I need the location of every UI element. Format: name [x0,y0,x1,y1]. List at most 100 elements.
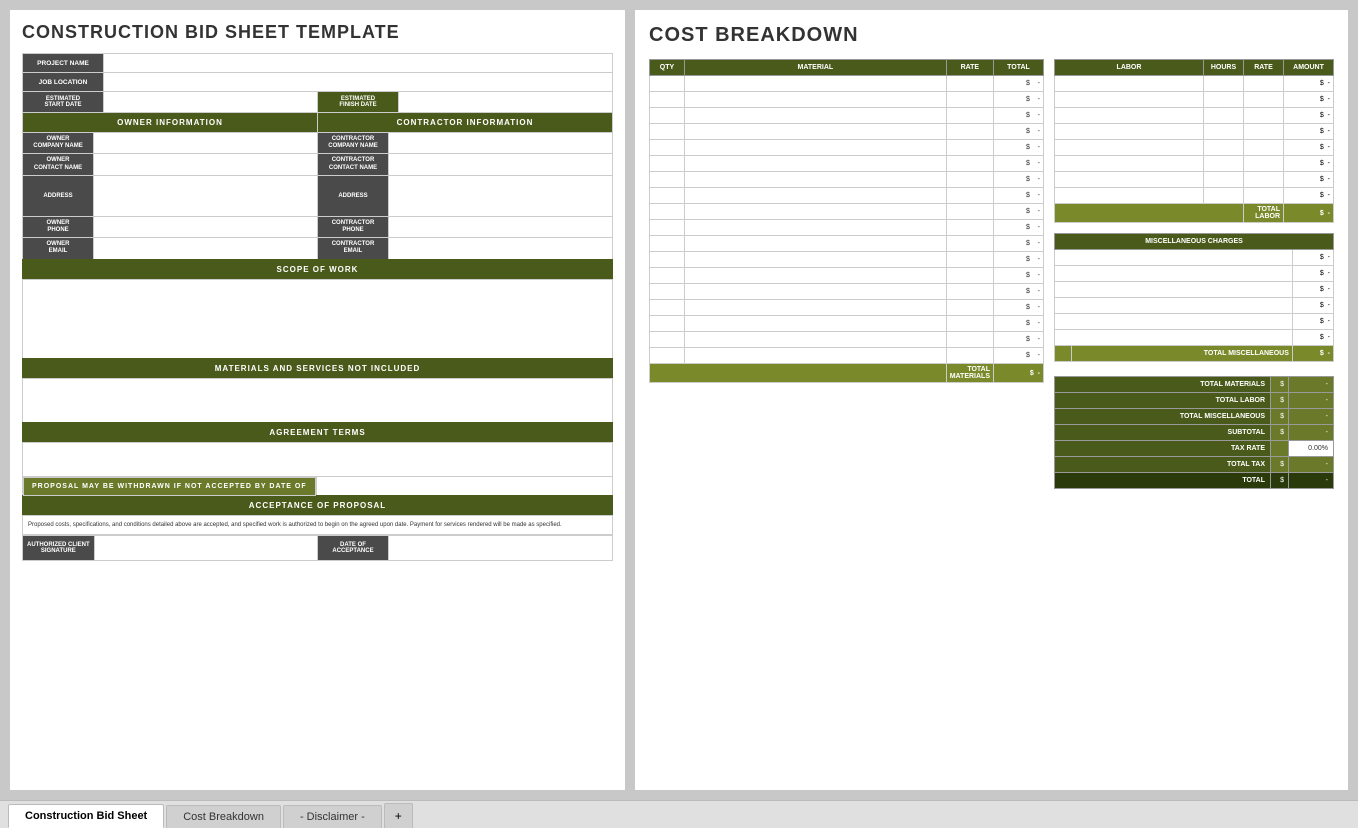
mat-rate[interactable] [946,252,993,268]
labor-rate[interactable] [1244,156,1284,172]
mat-material[interactable] [685,76,947,92]
mat-qty[interactable] [650,204,685,220]
labor-amount[interactable]: $ - [1284,124,1334,140]
labor-desc[interactable] [1055,108,1204,124]
labor-hours[interactable] [1204,92,1244,108]
mat-material[interactable] [685,204,947,220]
mat-qty[interactable] [650,332,685,348]
mat-total[interactable]: $ - [994,140,1044,156]
mat-material[interactable] [685,268,947,284]
mat-qty[interactable] [650,316,685,332]
mat-total[interactable]: $ - [994,252,1044,268]
client-signature-value[interactable] [94,536,317,560]
labor-rate[interactable] [1244,188,1284,204]
owner-email-value[interactable] [93,238,317,258]
mat-rate[interactable] [946,188,993,204]
mat-qty[interactable] [650,156,685,172]
labor-amount[interactable]: $ - [1284,156,1334,172]
mat-qty[interactable] [650,92,685,108]
mat-material[interactable] [685,172,947,188]
mat-material[interactable] [685,348,947,364]
mat-total[interactable]: $ - [994,284,1044,300]
labor-hours[interactable] [1204,156,1244,172]
owner-address-value[interactable] [93,176,317,216]
mat-material[interactable] [685,332,947,348]
mat-total[interactable]: $ - [994,316,1044,332]
mat-qty[interactable] [650,220,685,236]
mat-total[interactable]: $ - [994,76,1044,92]
mat-qty[interactable] [650,140,685,156]
mat-rate[interactable] [946,92,993,108]
labor-rate[interactable] [1244,124,1284,140]
mat-qty[interactable] [650,300,685,316]
mat-rate[interactable] [946,348,993,364]
labor-desc[interactable] [1055,188,1204,204]
mat-qty[interactable] [650,348,685,364]
misc-amount[interactable]: $ - [1292,250,1333,266]
mat-total[interactable]: $ - [994,332,1044,348]
mat-rate[interactable] [946,172,993,188]
misc-desc[interactable] [1055,266,1293,282]
mat-total[interactable]: $ - [994,188,1044,204]
misc-desc[interactable] [1055,250,1293,266]
mat-total[interactable]: $ - [994,172,1044,188]
mat-total[interactable]: $ - [994,156,1044,172]
contractor-address-value[interactable] [388,176,612,216]
mat-total[interactable]: $ - [994,300,1044,316]
misc-amount[interactable]: $ - [1292,330,1333,346]
mat-material[interactable] [685,156,947,172]
mat-material[interactable] [685,252,947,268]
mat-rate[interactable] [946,204,993,220]
labor-hours[interactable] [1204,140,1244,156]
labor-hours[interactable] [1204,108,1244,124]
mat-qty[interactable] [650,124,685,140]
mat-material[interactable] [685,236,947,252]
tab-add-button[interactable]: + [384,803,413,828]
owner-contact-value[interactable] [93,154,317,174]
labor-desc[interactable] [1055,156,1204,172]
mat-rate[interactable] [946,268,993,284]
mat-qty[interactable] [650,108,685,124]
mat-material[interactable] [685,284,947,300]
owner-company-value[interactable] [93,133,317,153]
misc-amount[interactable]: $ - [1292,298,1333,314]
proposal-withdrawal-value[interactable] [316,477,612,495]
contractor-email-value[interactable] [388,238,612,258]
labor-hours[interactable] [1204,172,1244,188]
mat-material[interactable] [685,124,947,140]
mat-rate[interactable] [946,124,993,140]
mat-total[interactable]: $ - [994,204,1044,220]
labor-rate[interactable] [1244,172,1284,188]
mat-rate[interactable] [946,300,993,316]
labor-desc[interactable] [1055,124,1204,140]
mat-material[interactable] [685,108,947,124]
agreement-terms-content[interactable] [22,442,613,477]
mat-total[interactable]: $ - [994,108,1044,124]
labor-desc[interactable] [1055,172,1204,188]
mat-total[interactable]: $ - [994,268,1044,284]
mat-qty[interactable] [650,268,685,284]
mat-rate[interactable] [946,156,993,172]
labor-amount[interactable]: $ - [1284,172,1334,188]
mat-material[interactable] [685,188,947,204]
mat-rate[interactable] [946,284,993,300]
misc-amount[interactable]: $ - [1292,282,1333,298]
labor-amount[interactable]: $ - [1284,76,1334,92]
start-date-value[interactable] [103,92,317,112]
owner-phone-value[interactable] [93,217,317,237]
labor-hours[interactable] [1204,188,1244,204]
mat-rate[interactable] [946,236,993,252]
labor-amount[interactable]: $ - [1284,108,1334,124]
mat-rate[interactable] [946,316,993,332]
tab-cost-breakdown[interactable]: Cost Breakdown [166,805,281,828]
mat-material[interactable] [685,140,947,156]
mat-qty[interactable] [650,188,685,204]
labor-rate[interactable] [1244,92,1284,108]
finish-date-value[interactable] [398,92,612,112]
labor-desc[interactable] [1055,140,1204,156]
mat-total[interactable]: $ - [994,92,1044,108]
contractor-contact-value[interactable] [388,154,612,174]
tab-disclaimer[interactable]: - Disclaimer - [283,805,382,828]
contractor-company-value[interactable] [388,133,612,153]
mat-qty[interactable] [650,172,685,188]
